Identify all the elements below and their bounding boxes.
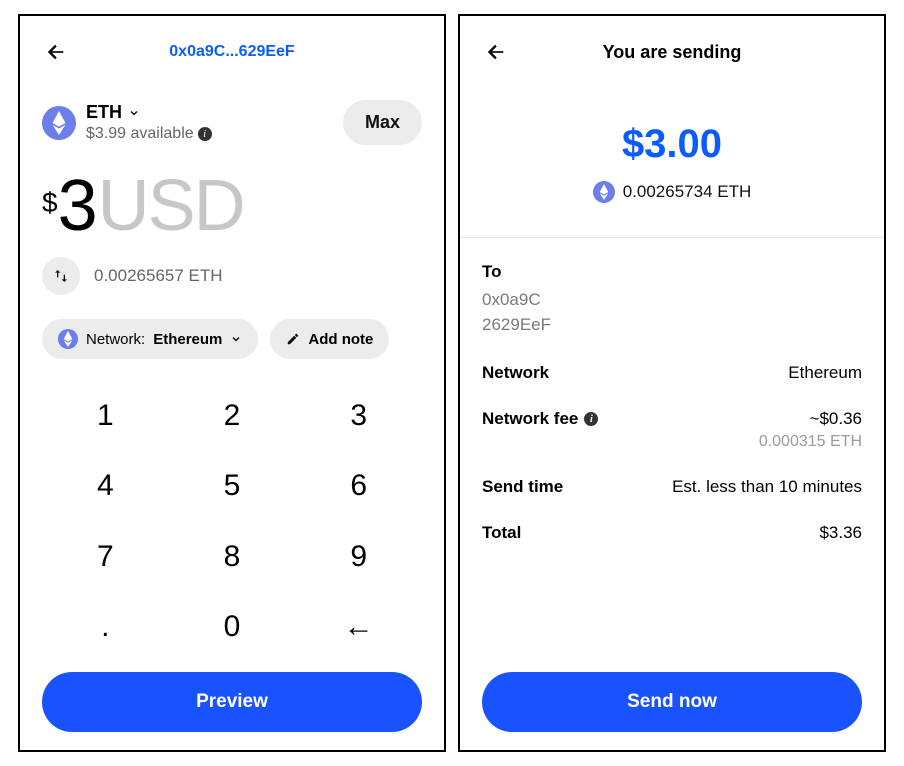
fee-eth: 0.000315 ETH [759, 433, 862, 451]
max-button[interactable]: Max [343, 100, 422, 145]
send-amount-screen: 0x0a9C...629EeF ETH $3.99 available i Ma… [18, 14, 446, 752]
eth-icon [58, 329, 78, 349]
total-value: $3.36 [819, 523, 862, 543]
pencil-icon [286, 332, 300, 346]
eth-icon [593, 181, 615, 203]
key-4[interactable]: 4 [42, 451, 169, 521]
network-chip[interactable]: Network: Ethereum [42, 319, 258, 359]
screen-title: You are sending [482, 42, 862, 63]
key-7[interactable]: 7 [42, 522, 169, 592]
to-address-line1: 0x0a9C [482, 288, 862, 313]
network-row: Network Ethereum [482, 363, 862, 383]
time-label: Send time [482, 477, 563, 497]
confirm-amount-usd: $3.00 [482, 122, 862, 167]
network-prefix: Network: [86, 331, 145, 348]
key-backspace[interactable]: ← [295, 592, 422, 662]
fee-label: Network fee [482, 409, 578, 429]
network-value: Ethereum [788, 363, 862, 383]
to-label: To [482, 262, 862, 282]
fee-row: Network fee i ~$0.36 0.000315 ETH [482, 409, 862, 451]
confirm-send-screen: You are sending $3.00 0.00265734 ETH To … [458, 14, 886, 752]
to-address: 0x0a9C 2629EeF [482, 288, 862, 337]
recipient-address-link[interactable]: 0x0a9C...629EeF [42, 43, 422, 61]
chevron-down-icon [230, 333, 242, 345]
converted-amount: 0.00265657 ETH [94, 266, 223, 286]
info-icon[interactable]: i [584, 412, 598, 426]
key-5[interactable]: 5 [169, 451, 296, 521]
arrow-left-icon [485, 41, 507, 63]
eth-icon [42, 106, 76, 140]
currency-symbol: $ [42, 187, 58, 219]
header: 0x0a9C...629EeF [42, 34, 422, 70]
header: You are sending [482, 34, 862, 70]
time-row: Send time Est. less than 10 minutes [482, 477, 862, 497]
info-icon[interactable]: i [198, 127, 212, 141]
asset-selector[interactable]: ETH $3.99 available i Max [42, 100, 422, 145]
key-8[interactable]: 8 [169, 522, 296, 592]
key-3[interactable]: 3 [295, 381, 422, 451]
fee-usd: ~$0.36 [759, 409, 862, 429]
asset-symbol: ETH [86, 102, 122, 123]
preview-button[interactable]: Preview [42, 672, 422, 732]
chips-row: Network: Ethereum Add note [42, 319, 422, 359]
swap-icon [53, 268, 69, 284]
confirm-amount-block: $3.00 0.00265734 ETH [482, 122, 862, 203]
divider [460, 237, 884, 238]
available-text: $3.99 available [86, 125, 194, 143]
numeric-keypad: 1 2 3 4 5 6 7 8 9 . 0 ← [42, 381, 422, 662]
amount-unit: USD [98, 165, 244, 247]
details-block: To 0x0a9C 2629EeF Network Ethereum Netwo… [482, 262, 862, 543]
confirm-amount-eth: 0.00265734 ETH [623, 182, 752, 202]
key-6[interactable]: 6 [295, 451, 422, 521]
key-9[interactable]: 9 [295, 522, 422, 592]
amount-display: $ 3 USD [42, 165, 422, 247]
add-note-label: Add note [308, 331, 373, 348]
total-label: Total [482, 523, 521, 543]
swap-currency-button[interactable] [42, 257, 80, 295]
key-1[interactable]: 1 [42, 381, 169, 451]
network-label: Network [482, 363, 549, 383]
conversion-row: 0.00265657 ETH [42, 257, 422, 295]
amount-value: 3 [58, 165, 96, 247]
key-dot[interactable]: . [42, 592, 169, 662]
add-note-chip[interactable]: Add note [270, 319, 389, 359]
send-now-button[interactable]: Send now [482, 672, 862, 732]
chevron-down-icon [128, 107, 140, 119]
back-button[interactable] [482, 38, 510, 66]
time-value: Est. less than 10 minutes [672, 477, 862, 497]
key-2[interactable]: 2 [169, 381, 296, 451]
asset-text: ETH $3.99 available i [86, 102, 212, 143]
total-row: Total $3.36 [482, 523, 862, 543]
network-value: Ethereum [153, 331, 222, 348]
key-0[interactable]: 0 [169, 592, 296, 662]
to-address-line2: 2629EeF [482, 313, 862, 338]
